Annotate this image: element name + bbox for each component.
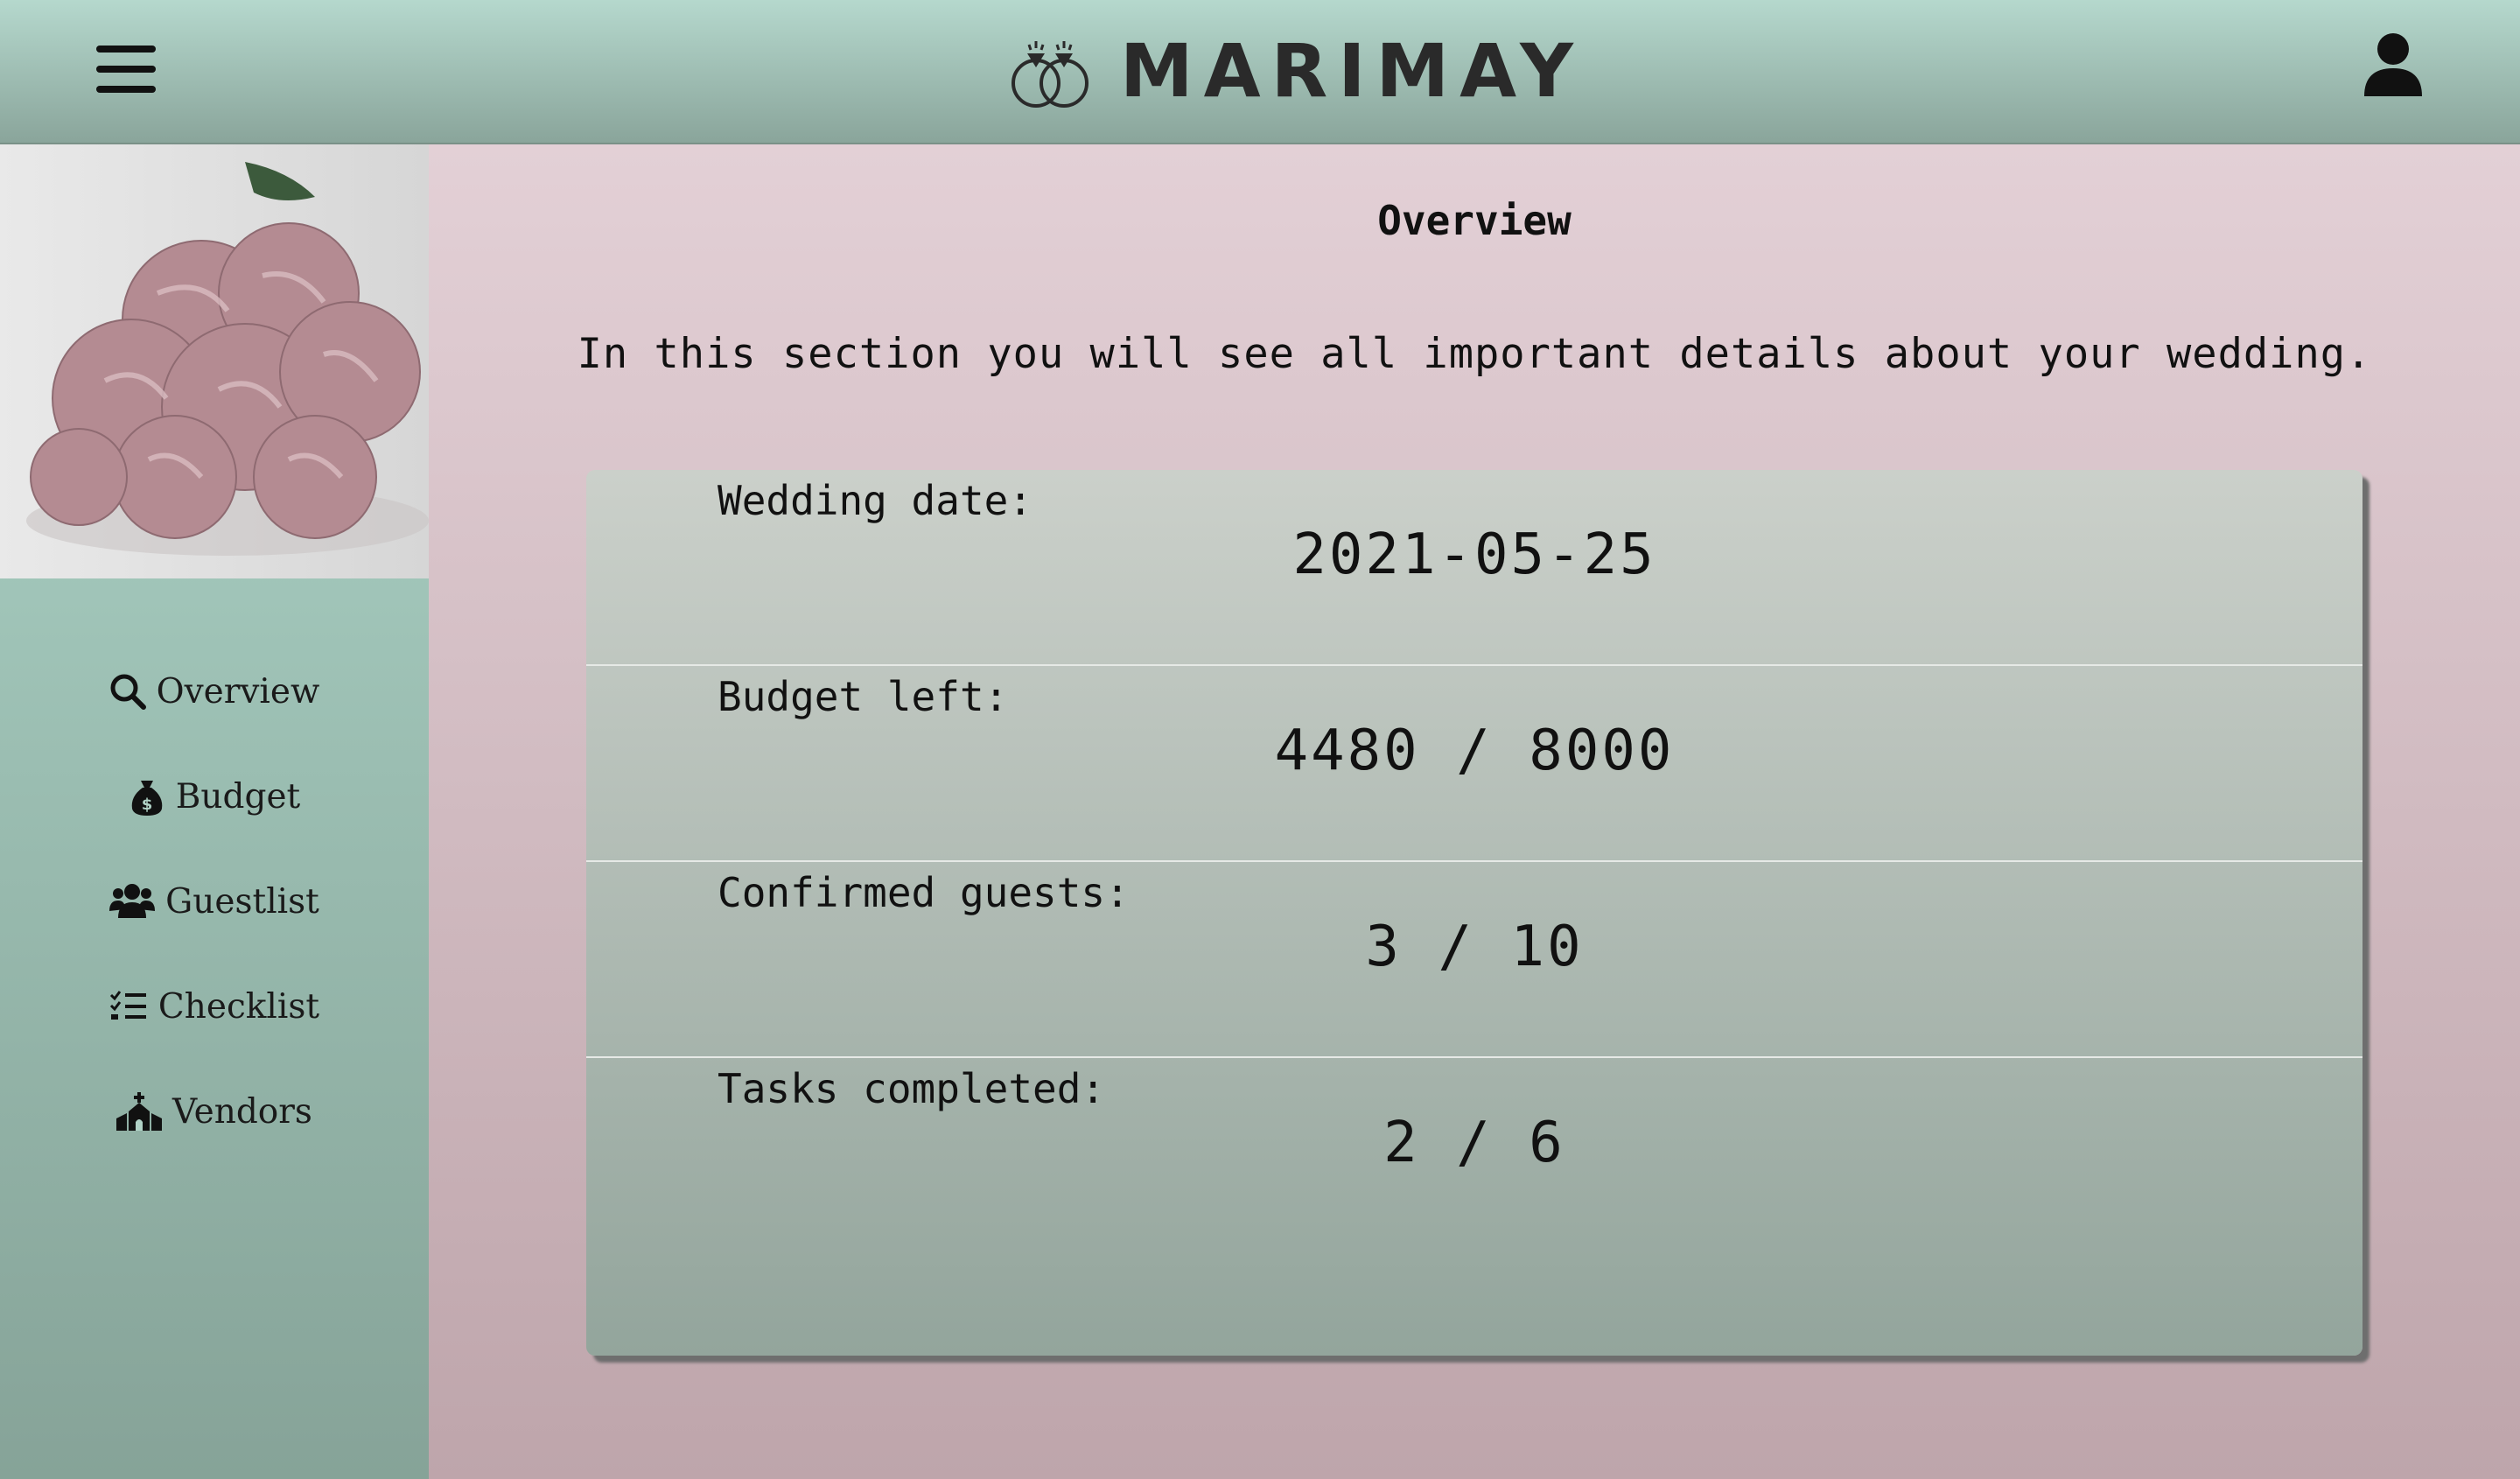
stat-label: Budget left: xyxy=(718,673,1009,720)
main-content: Overview In this section you will see al… xyxy=(429,144,2520,1479)
nav-item-label: Vendors xyxy=(172,1091,312,1132)
stat-value: 4480 / 8000 xyxy=(1274,718,1675,783)
checklist-icon xyxy=(109,991,146,1020)
top-header: MARIMAY xyxy=(0,0,2520,144)
nav-item-label: Guestlist xyxy=(165,881,319,922)
nav-item-label: Checklist xyxy=(158,986,320,1027)
nav-item-label: Budget xyxy=(175,776,301,817)
church-icon xyxy=(116,1092,163,1131)
stat-label: Wedding date: xyxy=(718,477,1033,524)
nav-item-budget[interactable]: $ Budget xyxy=(0,744,429,849)
svg-text:$: $ xyxy=(142,796,153,814)
overview-card: Wedding date: 2021-05-25 Budget left: 44… xyxy=(586,470,2362,1356)
menu-line xyxy=(96,46,156,53)
sidebar: Overview $ Budget Guestlist Checklist Ve… xyxy=(0,144,429,1479)
sidebar-nav: Overview $ Budget Guestlist Checklist Ve… xyxy=(0,639,429,1164)
users-icon xyxy=(109,884,156,918)
money-bag-icon: $ xyxy=(131,781,163,816)
stat-row-confirmed-guests: Confirmed guests: 3 / 10 xyxy=(586,862,2362,1058)
stat-value: 2021-05-25 xyxy=(1292,522,1656,587)
nav-item-vendors[interactable]: Vendors xyxy=(0,1059,429,1164)
search-icon xyxy=(110,674,146,710)
stat-row-budget-left: Budget left: 4480 / 8000 xyxy=(586,666,2362,862)
stat-row-wedding-date: Wedding date: 2021-05-25 xyxy=(586,470,2362,666)
stat-label: Confirmed guests: xyxy=(718,869,1130,916)
brand-name: MARIMAY xyxy=(1120,28,1584,114)
stat-value: 3 / 10 xyxy=(1365,915,1584,979)
nav-item-checklist[interactable]: Checklist xyxy=(0,954,429,1059)
brand-logo[interactable]: MARIMAY xyxy=(1004,23,1584,119)
page-title: Overview xyxy=(1377,197,1572,244)
sidebar-flower-image xyxy=(0,144,429,578)
user-account-icon[interactable] xyxy=(2362,32,2424,96)
page-description: In this section you will see all importa… xyxy=(577,330,2372,378)
menu-line xyxy=(96,66,156,73)
stat-row-tasks-completed: Tasks completed: 2 / 6 xyxy=(586,1058,2362,1252)
menu-line xyxy=(96,86,156,93)
stat-label: Tasks completed: xyxy=(718,1065,1106,1112)
nav-item-overview[interactable]: Overview xyxy=(0,639,429,744)
stat-value: 2 / 6 xyxy=(1383,1111,1565,1175)
wedding-rings-icon xyxy=(1012,41,1088,108)
hamburger-menu-icon[interactable] xyxy=(96,46,156,93)
nav-item-guestlist[interactable]: Guestlist xyxy=(0,849,429,954)
nav-item-label: Overview xyxy=(156,671,320,711)
